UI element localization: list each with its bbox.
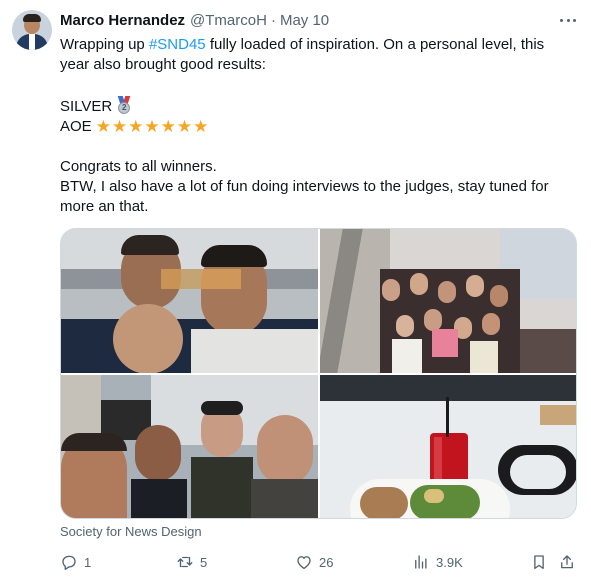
like-count: 26 [319,554,334,570]
photo-table-food[interactable] [320,375,576,518]
reply-icon [62,555,76,570]
tweet-text: Wrapping up #SND45 fully loaded of inspi… [60,35,575,217]
bookmark-icon [534,555,544,570]
share-icon [561,555,573,569]
tweet[interactable]: Marco Hernandez @TmarcoH · May 10 Wrappi… [0,0,591,581]
like-icon [297,556,311,570]
media-grid [60,228,577,519]
views-icon [415,555,427,569]
avatar[interactable] [12,10,52,50]
repost-count: 5 [200,554,208,570]
btw-text-line2: more an that. [60,198,149,215]
share-button[interactable] [558,552,576,572]
reply-count: 1 [84,554,92,570]
action-bar: 1 5 26 3.9K [60,552,580,572]
tweet-date[interactable]: May 10 [280,12,329,29]
congrats-text: Congrats to all winners. [60,158,217,175]
author-handle[interactable]: @TmarcoH [190,12,267,29]
reply-button[interactable]: 1 [60,552,91,572]
repost-icon [177,556,193,568]
bookmark-button[interactable] [530,552,548,572]
silver-medal-icon: 2 [116,95,132,115]
silver-label: SILVER [60,98,113,115]
author-name[interactable]: Marco Hernandez [60,12,185,29]
repost-button[interactable]: 5 [176,552,207,572]
hashtag-link[interactable]: #SND45 [149,36,206,53]
photo-group-stairs[interactable] [320,229,576,373]
like-button[interactable]: 26 [295,552,333,572]
photo-selfie-group[interactable] [61,229,318,373]
star-icons: ★★★★★★★ [95,117,210,136]
tweet-header: Marco Hernandez @TmarcoH · May 10 [60,10,329,30]
views-count: 3.9K [436,554,463,570]
separator: · [270,11,276,29]
photo-selfie-outdoor[interactable] [61,375,318,518]
btw-text-line1: BTW, I also have a lot of fun doing inte… [60,178,549,195]
media-source[interactable]: Society for News Design [60,524,202,539]
views-button[interactable]: 3.9K [412,552,463,572]
aoe-label: AOE [60,118,92,135]
more-icon[interactable] [556,12,580,28]
